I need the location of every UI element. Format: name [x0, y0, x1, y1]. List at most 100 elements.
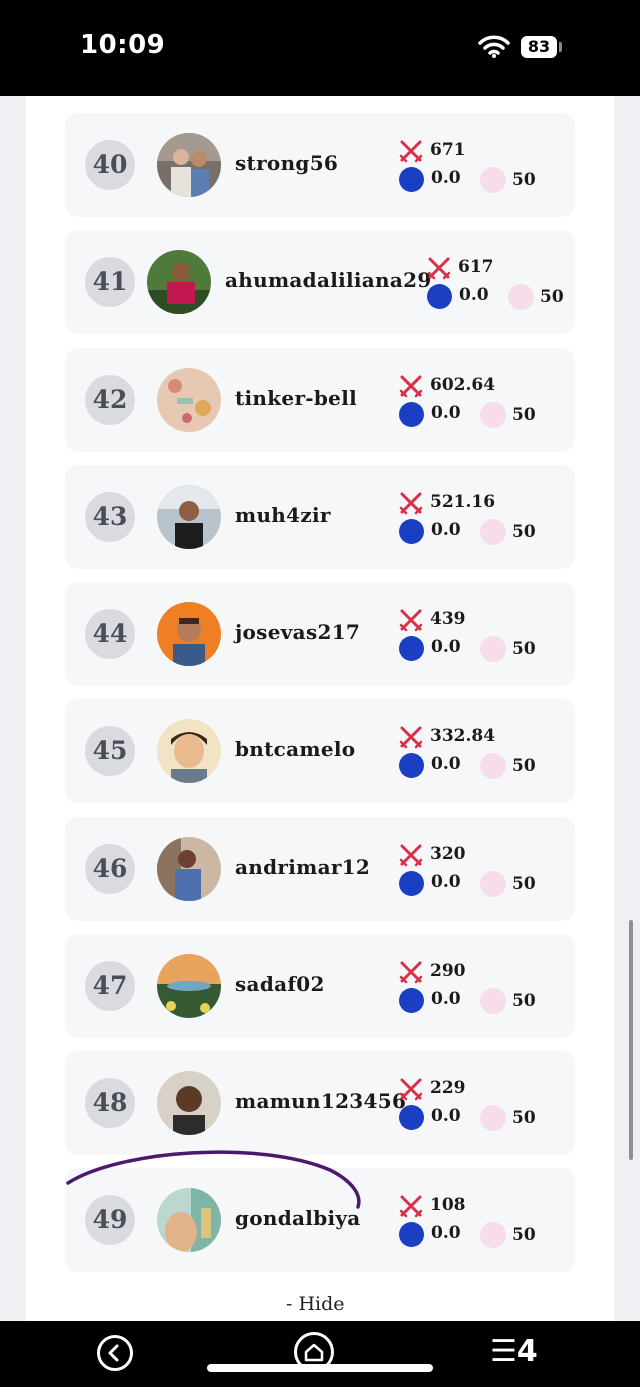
character-count: 50 — [512, 874, 536, 894]
rank-badge: 47 — [85, 961, 135, 1011]
battle-score: 229 — [430, 1078, 466, 1098]
battle-score: 320 — [430, 844, 466, 864]
steem-value: 0.0 — [431, 754, 461, 774]
tabs-button[interactable]: ☰4 — [490, 1334, 538, 1369]
avatar[interactable] — [147, 250, 211, 314]
wifi-icon — [478, 35, 510, 58]
steem-coin-icon — [399, 871, 424, 896]
avatar[interactable] — [157, 954, 221, 1018]
crossed-swords-icon — [399, 1078, 423, 1101]
tabs-count: 4 — [516, 1334, 538, 1369]
username[interactable]: mamun123456 — [235, 1089, 406, 1113]
leaderboard-row[interactable]: 48 mamun123456 229 0.0 50 — [65, 1051, 575, 1155]
steem-value: 0.0 — [431, 1106, 461, 1126]
username[interactable]: sadaf02 — [235, 972, 325, 996]
leaderboard-row[interactable]: 43 muh4zir 521.16 0.0 50 — [65, 465, 575, 569]
status-bar: 10:09 83 — [0, 0, 640, 96]
character-icon — [480, 988, 506, 1014]
character-icon — [480, 402, 506, 428]
crossed-swords-icon — [399, 140, 423, 163]
crossed-swords-icon — [399, 961, 423, 984]
steem-value: 0.0 — [431, 520, 461, 540]
steem-coin-icon — [399, 519, 424, 544]
crossed-swords-icon — [399, 726, 423, 749]
username[interactable]: andrimar12 — [235, 855, 370, 879]
character-icon — [508, 284, 534, 310]
character-icon — [480, 519, 506, 545]
avatar[interactable] — [157, 719, 221, 783]
browser-nav-bar: ☰4 — [0, 1321, 640, 1387]
leaderboard-row[interactable]: 41 ahumadaliliana29 617 0.0 50 — [65, 230, 575, 334]
username[interactable]: strong56 — [235, 151, 338, 175]
character-count: 50 — [512, 1225, 536, 1245]
steem-coin-icon — [399, 402, 424, 427]
rank-badge: 40 — [85, 140, 135, 190]
username[interactable]: ahumadaliliana29 — [225, 268, 432, 292]
username[interactable]: bntcamelo — [235, 737, 355, 761]
steem-value: 0.0 — [431, 1223, 461, 1243]
steem-value: 0.0 — [431, 403, 461, 423]
leaderboard-row[interactable]: 45 bntcamelo 332.84 0.0 50 — [65, 699, 575, 803]
character-count: 50 — [512, 639, 536, 659]
battle-score: 671 — [430, 140, 466, 160]
battle-score: 521.16 — [430, 492, 496, 512]
battle-score: 617 — [458, 257, 494, 277]
leaderboard-row[interactable]: 42 tinker-bell 602.64 0.0 50 — [65, 348, 575, 452]
hide-link[interactable]: - Hide — [286, 1293, 345, 1315]
crossed-swords-icon — [399, 844, 423, 867]
battle-score: 332.84 — [430, 726, 496, 746]
avatar[interactable] — [157, 1071, 221, 1135]
character-icon — [480, 1105, 506, 1131]
battle-score: 108 — [430, 1195, 466, 1215]
rank-badge: 44 — [85, 609, 135, 659]
rank-badge: 45 — [85, 726, 135, 776]
character-icon — [480, 1222, 506, 1248]
steem-coin-icon — [399, 753, 424, 778]
steem-coin-icon — [399, 1222, 424, 1247]
chevron-left-icon — [108, 1344, 119, 1362]
crossed-swords-icon — [399, 492, 423, 515]
steem-value: 0.0 — [431, 989, 461, 1009]
scrollbar[interactable] — [629, 920, 633, 1160]
leaderboard-row[interactable]: 47 sadaf02 290 0.0 50 — [65, 934, 575, 1038]
home-indicator — [207, 1364, 433, 1372]
username[interactable]: josevas217 — [235, 620, 360, 644]
leaderboard-row[interactable]: 40 strong56 671 0.0 50 — [65, 113, 575, 217]
leaderboard-row[interactable]: 46 andrimar12 320 0.0 50 — [65, 817, 575, 921]
leaderboard-row[interactable]: 44 josevas217 439 0.0 50 — [65, 582, 575, 686]
crossed-swords-icon — [399, 1195, 423, 1218]
steem-coin-icon — [399, 1105, 424, 1130]
crossed-swords-icon — [399, 609, 423, 632]
character-count: 50 — [512, 405, 536, 425]
steem-value: 0.0 — [431, 872, 461, 892]
back-button[interactable] — [97, 1335, 133, 1371]
battle-score: 602.64 — [430, 375, 496, 395]
rank-badge: 48 — [85, 1078, 135, 1128]
character-count: 50 — [512, 522, 536, 542]
character-count: 50 — [512, 991, 536, 1011]
steem-value: 0.0 — [431, 637, 461, 657]
rank-badge: 46 — [85, 844, 135, 894]
avatar[interactable] — [157, 368, 221, 432]
avatar[interactable] — [157, 837, 221, 901]
character-count: 50 — [512, 756, 536, 776]
steem-coin-icon — [399, 988, 424, 1013]
character-icon — [480, 871, 506, 897]
crossed-swords-icon — [427, 257, 451, 280]
hand-drawn-annotation — [66, 1150, 361, 1209]
character-count: 50 — [540, 287, 564, 307]
avatar[interactable] — [157, 602, 221, 666]
character-count: 50 — [512, 1108, 536, 1128]
steem-coin-icon — [427, 284, 452, 309]
clock: 10:09 — [80, 30, 166, 60]
rank-badge: 42 — [85, 375, 135, 425]
avatar[interactable] — [157, 133, 221, 197]
steem-value: 0.0 — [459, 285, 489, 305]
avatar[interactable] — [157, 485, 221, 549]
character-icon — [480, 167, 506, 193]
steem-coin-icon — [399, 167, 424, 192]
username[interactable]: tinker-bell — [235, 386, 357, 410]
username[interactable]: muh4zir — [235, 503, 331, 527]
character-icon — [480, 753, 506, 779]
battle-score: 290 — [430, 961, 466, 981]
